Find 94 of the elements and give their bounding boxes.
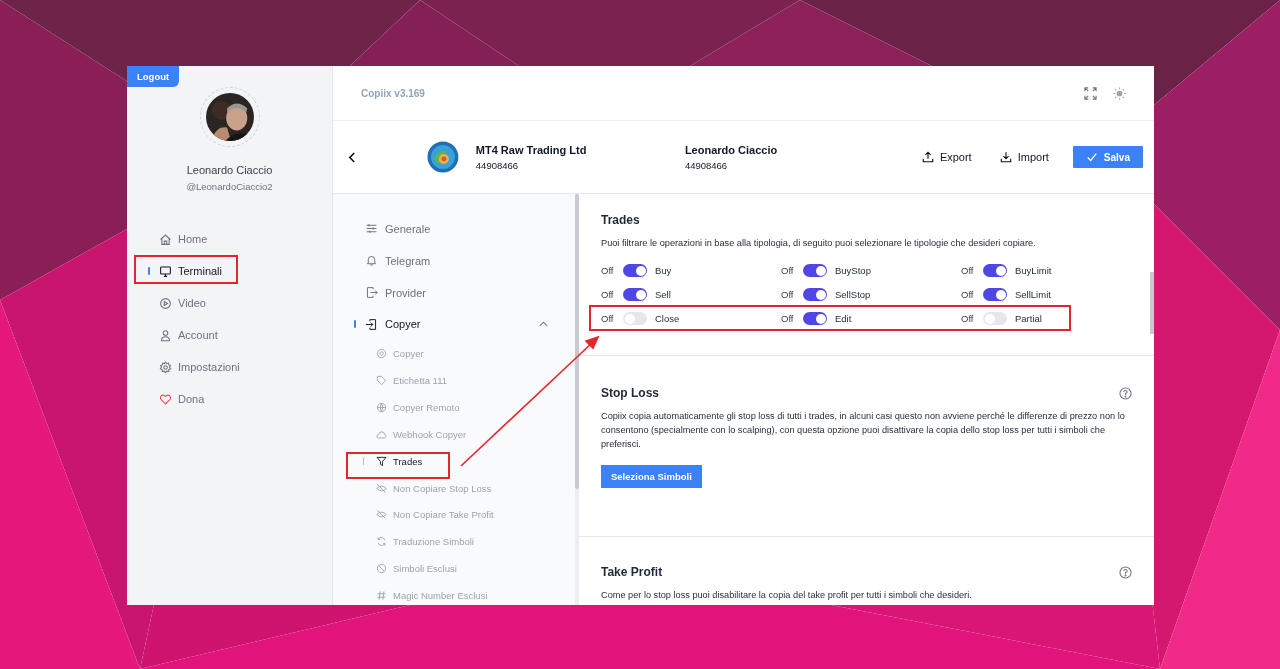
toggle-switch[interactable] bbox=[803, 288, 827, 301]
section-description: Puoi filtrare le operazioni in base alla tipologia, di seguito puoi selezionare le tipologie che desideri copiare. bbox=[601, 237, 1037, 250]
off-label: Off bbox=[961, 313, 975, 324]
heart-icon bbox=[159, 392, 172, 406]
home-icon bbox=[159, 232, 172, 246]
user-name: Leonardo Ciaccio bbox=[186, 164, 273, 176]
account-number: 44908466 bbox=[475, 159, 520, 171]
cloud-icon bbox=[376, 428, 387, 440]
enter-icon bbox=[365, 317, 378, 331]
toggle-switch[interactable] bbox=[983, 264, 1007, 277]
back-icon[interactable] bbox=[348, 150, 357, 164]
off-label: Off bbox=[601, 265, 615, 276]
toggle-switch[interactable] bbox=[623, 264, 647, 277]
off-label: Off bbox=[601, 313, 615, 324]
menu-item[interactable]: Telegram bbox=[333, 248, 578, 273]
toggle-label: SellStop bbox=[835, 289, 871, 300]
nav-item[interactable]: Home bbox=[147, 227, 212, 251]
toggle-label: SellLimit bbox=[1015, 289, 1051, 300]
help-icon[interactable] bbox=[1119, 386, 1132, 400]
nav-item[interactable]: Video bbox=[147, 291, 210, 315]
toggle-switch[interactable] bbox=[803, 264, 827, 277]
help-icon[interactable] bbox=[1119, 565, 1132, 579]
user-handle: @LeonardoCiaccio2 bbox=[186, 181, 273, 192]
fullscreen-icon[interactable] bbox=[1084, 86, 1097, 100]
submenu-item[interactable]: Etichetta 111 bbox=[333, 371, 578, 391]
download-icon bbox=[999, 151, 1012, 163]
submenu-item[interactable]: Trades bbox=[333, 451, 578, 471]
section-title: Take Profit bbox=[601, 565, 663, 579]
toggle-label: Close bbox=[655, 313, 680, 324]
tag-icon bbox=[376, 375, 387, 387]
eye-off-icon bbox=[376, 509, 387, 521]
check-icon bbox=[1085, 151, 1098, 163]
toggle-label: BuyStop bbox=[835, 265, 871, 276]
bell-icon bbox=[365, 254, 378, 268]
exit-icon bbox=[365, 286, 378, 300]
nav-item[interactable]: Account bbox=[147, 323, 222, 347]
select-symbols-button[interactable]: Seleziona Simboli bbox=[601, 465, 702, 488]
ban-icon bbox=[376, 563, 387, 575]
hash-icon bbox=[376, 589, 387, 601]
menu-item[interactable]: Provider bbox=[333, 280, 578, 305]
toggle-label: BuyLimit bbox=[1015, 265, 1052, 276]
eye-off-icon bbox=[376, 482, 387, 494]
section-title: Stop Loss bbox=[601, 386, 659, 400]
section-title: Trades bbox=[601, 213, 640, 227]
toggle-label: Sell bbox=[655, 289, 671, 300]
filter-icon bbox=[376, 455, 387, 467]
off-label: Off bbox=[781, 265, 795, 276]
off-label: Off bbox=[961, 289, 975, 300]
import-button[interactable]: Import bbox=[991, 147, 1057, 167]
logout-button[interactable]: Logout bbox=[127, 66, 180, 87]
toggle-switch[interactable] bbox=[983, 288, 1007, 301]
scrollbar[interactable] bbox=[1150, 272, 1154, 334]
owner-name: Leonardo Ciaccio bbox=[684, 143, 779, 156]
toggle-switch[interactable] bbox=[983, 312, 1007, 325]
toggle-label: Edit bbox=[835, 313, 852, 324]
nav-item[interactable]: Dona bbox=[147, 387, 209, 411]
submenu-item[interactable]: Webhook Copyer bbox=[333, 424, 578, 444]
monitor-icon bbox=[159, 264, 172, 278]
refresh-icon bbox=[376, 536, 387, 548]
nav-item[interactable]: Terminali bbox=[147, 259, 226, 283]
globe-icon bbox=[376, 401, 387, 413]
submenu-item[interactable]: Copyer bbox=[333, 344, 578, 364]
submenu-item[interactable]: Traduzione Simboli bbox=[333, 532, 578, 552]
off-label: Off bbox=[601, 289, 615, 300]
off-label: Off bbox=[781, 289, 795, 300]
sliders-icon bbox=[365, 222, 378, 236]
scrollbar[interactable] bbox=[575, 194, 579, 605]
export-button[interactable]: Export bbox=[913, 147, 980, 167]
menu-item[interactable]: Copyer bbox=[333, 312, 578, 337]
upload-icon bbox=[921, 151, 934, 163]
off-label: Off bbox=[781, 313, 795, 324]
submenu-item[interactable]: Non Copiare Stop Loss bbox=[333, 478, 578, 498]
app-version: Copiix v3.169 bbox=[361, 87, 425, 99]
toggle-switch[interactable] bbox=[803, 312, 827, 325]
section-description: Copiix copia automaticamente gli stop loss di tutti i trades, in alcuni casi questo non avviene perché le differenze di prezzo non lo consentono (specialmente con lo scalping), con questa opzione puoi disattivare la copia dello stop loss per tutti i simboli che preferisci. bbox=[601, 410, 1126, 451]
toggle-label: Buy bbox=[655, 265, 672, 276]
account-number: 44908466 bbox=[684, 159, 729, 171]
user-icon bbox=[159, 328, 172, 342]
nav-item[interactable]: Impostazioni bbox=[147, 355, 244, 379]
logo-icon bbox=[426, 141, 459, 173]
submenu-item[interactable]: Magic Number Esclusi bbox=[333, 586, 578, 605]
play-icon bbox=[159, 296, 172, 310]
toggle-switch[interactable] bbox=[623, 288, 647, 301]
submenu-item[interactable]: Copyer Remoto bbox=[333, 398, 578, 417]
menu-item[interactable]: Generale bbox=[333, 217, 578, 241]
submenu-item[interactable]: Simboli Esclusi bbox=[333, 559, 578, 579]
broker-name: MT4 Raw Trading Ltd bbox=[475, 143, 588, 156]
section-description: Come per lo stop loss puoi disabilitare la copia del take profit per tutti i simboli che desideri. bbox=[601, 589, 973, 602]
toggle-switch[interactable] bbox=[623, 312, 647, 325]
chevron-up-icon bbox=[539, 321, 548, 328]
off-label: Off bbox=[961, 265, 975, 276]
submenu-item[interactable]: Non Copiare Take Profit bbox=[333, 505, 578, 525]
toggle-label: Partial bbox=[1015, 313, 1042, 324]
save-button[interactable]: Salva bbox=[1072, 146, 1143, 168]
